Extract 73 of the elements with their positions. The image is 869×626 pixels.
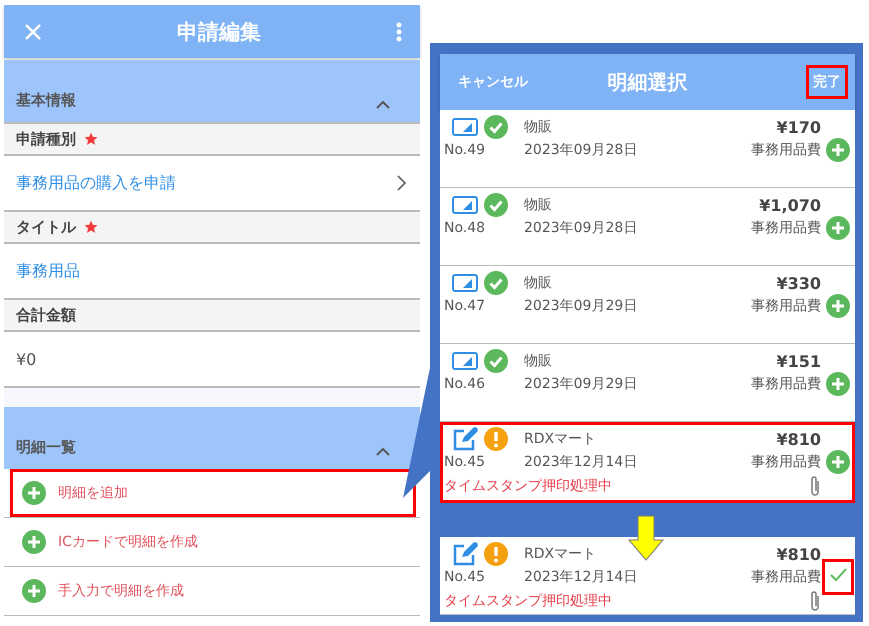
add-option[interactable]: ICカードで明細を作成: [4, 518, 420, 567]
amount: ¥170: [775, 118, 821, 136]
down-arrow: [628, 515, 664, 561]
category: 事務用品費: [751, 375, 821, 393]
expense-row[interactable]: RDXマート ¥810 No.45 2023年12月14日 事務用品費 タイムスタンプ押印処理中: [440, 422, 855, 503]
receipt-number: No.49: [444, 142, 486, 158]
screen-title: 明細選択: [608, 68, 688, 96]
expense-row[interactable]: 物販 ¥170 No.49 2023年09月28日 事務用品費: [440, 110, 855, 188]
field-label: 申請種別: [16, 130, 76, 148]
field-value[interactable]: 事務用品の購入を申請: [16, 172, 176, 194]
category: 事務用品費: [751, 141, 821, 159]
receipt-number: No.47: [444, 298, 486, 314]
section-title: 基本情報: [16, 91, 76, 110]
section-header[interactable]: 明細一覧: [4, 407, 420, 469]
more-icon[interactable]: [396, 22, 402, 42]
add-icon[interactable]: [22, 530, 46, 554]
merchant-name: 物販: [524, 196, 553, 214]
merchant-name: RDXマート: [524, 545, 598, 563]
amount: ¥810: [775, 544, 821, 564]
screen-title: 申請編集: [177, 18, 261, 46]
add-option[interactable]: 手入力で明細を作成: [4, 567, 420, 616]
done-button[interactable]: 完了: [809, 68, 845, 96]
date: 2023年09月28日: [524, 141, 638, 159]
category: 事務用品費: [751, 219, 821, 237]
receipt-number: No.46: [444, 376, 486, 392]
merchant-name: 物販: [524, 352, 553, 370]
status-note: タイムスタンプ押印処理中: [444, 592, 613, 610]
add-icon[interactable]: [22, 579, 46, 603]
chevron-up-icon[interactable]: [376, 100, 390, 110]
date: 2023年09月28日: [524, 219, 638, 237]
add-option[interactable]: 明細を追加: [4, 469, 420, 518]
date: 2023年12月14日: [524, 568, 638, 586]
chevron-right-icon[interactable]: [396, 175, 406, 191]
add-icon[interactable]: [826, 450, 850, 474]
date: 2023年09月29日: [524, 297, 638, 315]
option-label: 手入力で明細を作成: [58, 582, 184, 600]
receipt-number: No.45: [444, 454, 486, 470]
amount: ¥810: [775, 430, 821, 448]
chevron-up-icon[interactable]: [376, 447, 390, 457]
category: 事務用品費: [751, 568, 821, 586]
amount: ¥330: [775, 274, 821, 292]
category: 事務用品費: [751, 297, 821, 315]
date: 2023年12月14日: [524, 453, 638, 471]
receipt-number: No.48: [444, 220, 486, 236]
merchant-name: 物販: [524, 118, 553, 136]
status-note: タイムスタンプ押印処理中: [444, 477, 613, 495]
expense-row[interactable]: 物販 ¥1,070 No.48 2023年09月28日 事務用品費: [440, 188, 855, 266]
add-icon[interactable]: [826, 138, 850, 162]
expense-row[interactable]: 物販 ¥151 No.46 2023年09月29日 事務用品費: [440, 344, 855, 422]
merchant-name: 物販: [524, 274, 553, 292]
field-value: ¥0: [16, 350, 36, 368]
field-label: 合計金額: [16, 306, 76, 324]
section-title: 明細一覧: [16, 438, 76, 457]
field-label: タイトル: [16, 218, 76, 236]
checkmark-icon[interactable]: [825, 562, 851, 592]
expense-row[interactable]: 物販 ¥330 No.47 2023年09月29日 事務用品費: [440, 266, 855, 344]
expense-row[interactable]: RDXマート ¥810 No.45 2023年12月14日 事務用品費 タイムスタンプ押印処理中: [440, 537, 855, 615]
amount: ¥151: [775, 352, 821, 370]
amount: ¥1,070: [758, 196, 821, 214]
date: 2023年09月29日: [524, 375, 638, 393]
option-label: 明細を追加: [58, 484, 128, 502]
section-header[interactable]: 基本情報: [4, 60, 420, 122]
field-value[interactable]: 事務用品: [16, 260, 80, 282]
close-icon[interactable]: [24, 22, 42, 40]
add-icon[interactable]: [22, 481, 46, 505]
add-icon[interactable]: [826, 216, 850, 240]
add-icon[interactable]: [826, 372, 850, 396]
merchant-name: RDXマート: [524, 430, 598, 448]
cancel-button[interactable]: キャンセル: [458, 73, 528, 91]
receipt-number: No.45: [444, 569, 486, 585]
option-label: ICカードで明細を作成: [58, 533, 198, 551]
category: 事務用品費: [751, 453, 821, 471]
add-icon[interactable]: [826, 294, 850, 318]
